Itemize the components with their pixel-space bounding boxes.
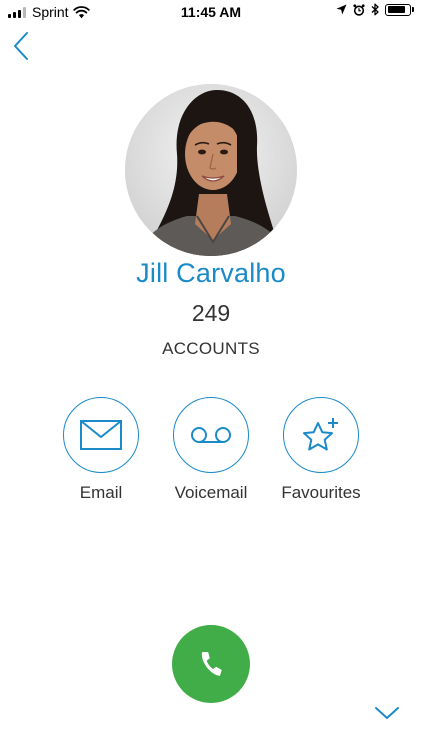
contact-name: Jill Carvalho	[136, 258, 286, 288]
call-button[interactable]	[172, 625, 250, 703]
bluetooth-icon	[371, 3, 379, 16]
favourites-label: Favourites	[281, 483, 361, 502]
email-button[interactable]: Email	[46, 397, 156, 503]
voicemail-button[interactable]: Voicemail	[156, 397, 266, 503]
battery-icon	[385, 3, 411, 16]
collapse-button[interactable]	[374, 704, 400, 722]
account-label: ACCOUNTS	[162, 339, 260, 358]
chevron-down-icon	[375, 707, 399, 719]
contact-avatar	[125, 84, 297, 256]
favourites-button[interactable]: Favourites	[266, 397, 376, 503]
location-arrow-icon	[336, 4, 347, 15]
voicemail-circle[interactable]	[173, 397, 249, 473]
voicemail-label: Voicemail	[174, 483, 248, 502]
star-plus-icon	[303, 418, 338, 451]
back-button[interactable]	[10, 30, 36, 62]
status-bar: Sprint 11:45 AM	[0, 0, 422, 24]
envelope-icon	[80, 420, 122, 450]
battery-fill	[387, 6, 405, 13]
avatar-portrait	[125, 84, 297, 256]
phone-icon	[201, 651, 222, 676]
status-right	[336, 3, 414, 16]
account-count: 249	[191, 300, 231, 326]
favourites-circle[interactable]	[283, 397, 359, 473]
email-label: Email	[79, 483, 123, 502]
contact-detail-screen: Sprint 11:45 AM Jill Carvalho 249 ACCOUN…	[0, 0, 422, 750]
chevron-left-icon	[14, 32, 28, 60]
voicemail-icon	[191, 427, 231, 443]
battery-tip	[412, 7, 414, 12]
alarm-icon	[353, 3, 365, 16]
email-circle[interactable]	[63, 397, 139, 473]
